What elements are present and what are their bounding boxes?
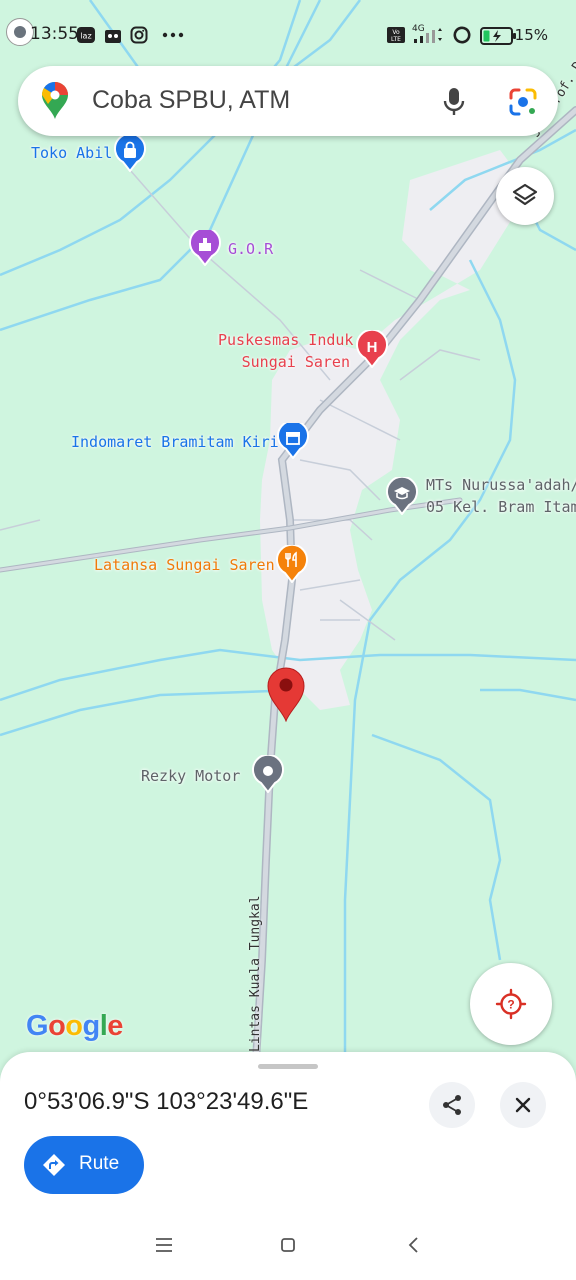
google-logo-letter: g <box>82 1010 101 1042</box>
google-logo-letter: G <box>26 1010 49 1042</box>
restaurant-icon <box>276 545 308 583</box>
more-dots-icon <box>162 32 184 38</box>
road-label-lintas: Lintas Kuala Tungkal <box>248 895 263 1052</box>
home-icon[interactable] <box>273 1230 303 1260</box>
red-pin-icon[interactable] <box>266 666 306 722</box>
poi-label: MTs Nurussa'adah/ 05 Kel. Bram Itam <box>426 476 576 516</box>
instagram-icon <box>130 26 148 44</box>
hospital-icon: H <box>356 330 388 368</box>
sheet-drag-handle[interactable] <box>258 1064 318 1069</box>
poi-label: G.O.R <box>228 240 274 258</box>
poi-label: Indomaret Bramitam Kiri <box>71 433 279 451</box>
poi-label: Toko Abil <box>31 144 113 162</box>
directions-icon <box>43 1154 65 1176</box>
volte-icon: Vo LTE <box>387 27 405 43</box>
battery-level: 15% <box>514 26 548 44</box>
lazada-icon: laz <box>77 27 95 43</box>
route-button[interactable]: Rute <box>24 1136 144 1194</box>
svg-text:LTE: LTE <box>391 36 401 43</box>
svg-text:laz: laz <box>80 32 91 41</box>
poi-label: Latansa Sungai Saren <box>94 556 275 574</box>
coordinates-text: 0°53'06.9"S 103°23'49.6"E <box>24 1088 309 1115</box>
close-button[interactable] <box>500 1082 546 1128</box>
school-icon <box>386 477 418 515</box>
maps-pin-icon <box>41 82 68 119</box>
close-icon <box>515 1097 531 1113</box>
svg-text:?: ? <box>507 998 514 1012</box>
google-logo-letter: o <box>65 1010 83 1042</box>
shopping-bag-icon <box>114 136 146 172</box>
status-bar: 13:55 laz Vo LTE 4G 15% <box>0 0 576 64</box>
share-button[interactable] <box>429 1082 475 1128</box>
poi-label: Puskesmas Induk Sungai Saren <box>218 331 354 371</box>
my-location-button[interactable]: ? <box>470 963 552 1045</box>
status-time: 13:55 <box>30 24 79 44</box>
svg-text:Vo: Vo <box>392 29 400 36</box>
place-icon <box>252 755 284 793</box>
svg-text:H: H <box>367 339 378 356</box>
search-input[interactable]: Coba SPBU, ATM <box>92 86 290 115</box>
signal-icon <box>414 28 442 43</box>
layers-button[interactable] <box>496 167 554 225</box>
google-logo-letter: o <box>48 1010 66 1042</box>
menu-icon[interactable] <box>149 1230 179 1260</box>
my-location-icon: ? <box>495 988 527 1020</box>
poi-label: Rezky Motor <box>141 767 241 785</box>
google-logo-letter: e <box>107 1010 123 1042</box>
back-icon[interactable] <box>399 1230 429 1260</box>
layers-icon <box>512 183 538 206</box>
route-label: Rute <box>79 1153 120 1174</box>
share-icon <box>443 1095 461 1115</box>
search-bar[interactable]: Coba SPBU, ATM <box>18 66 558 136</box>
app-icon <box>105 30 121 43</box>
google-logo: Google <box>26 1010 123 1043</box>
nav-bar <box>0 1212 576 1280</box>
battery-icon <box>480 27 516 45</box>
hotspot-icon <box>453 26 471 44</box>
lens-icon[interactable] <box>508 87 538 117</box>
google-logo-text: Google <box>26 1010 123 1042</box>
store-icon <box>277 423 309 459</box>
stadium-icon <box>189 230 221 266</box>
mic-icon[interactable] <box>442 86 466 118</box>
